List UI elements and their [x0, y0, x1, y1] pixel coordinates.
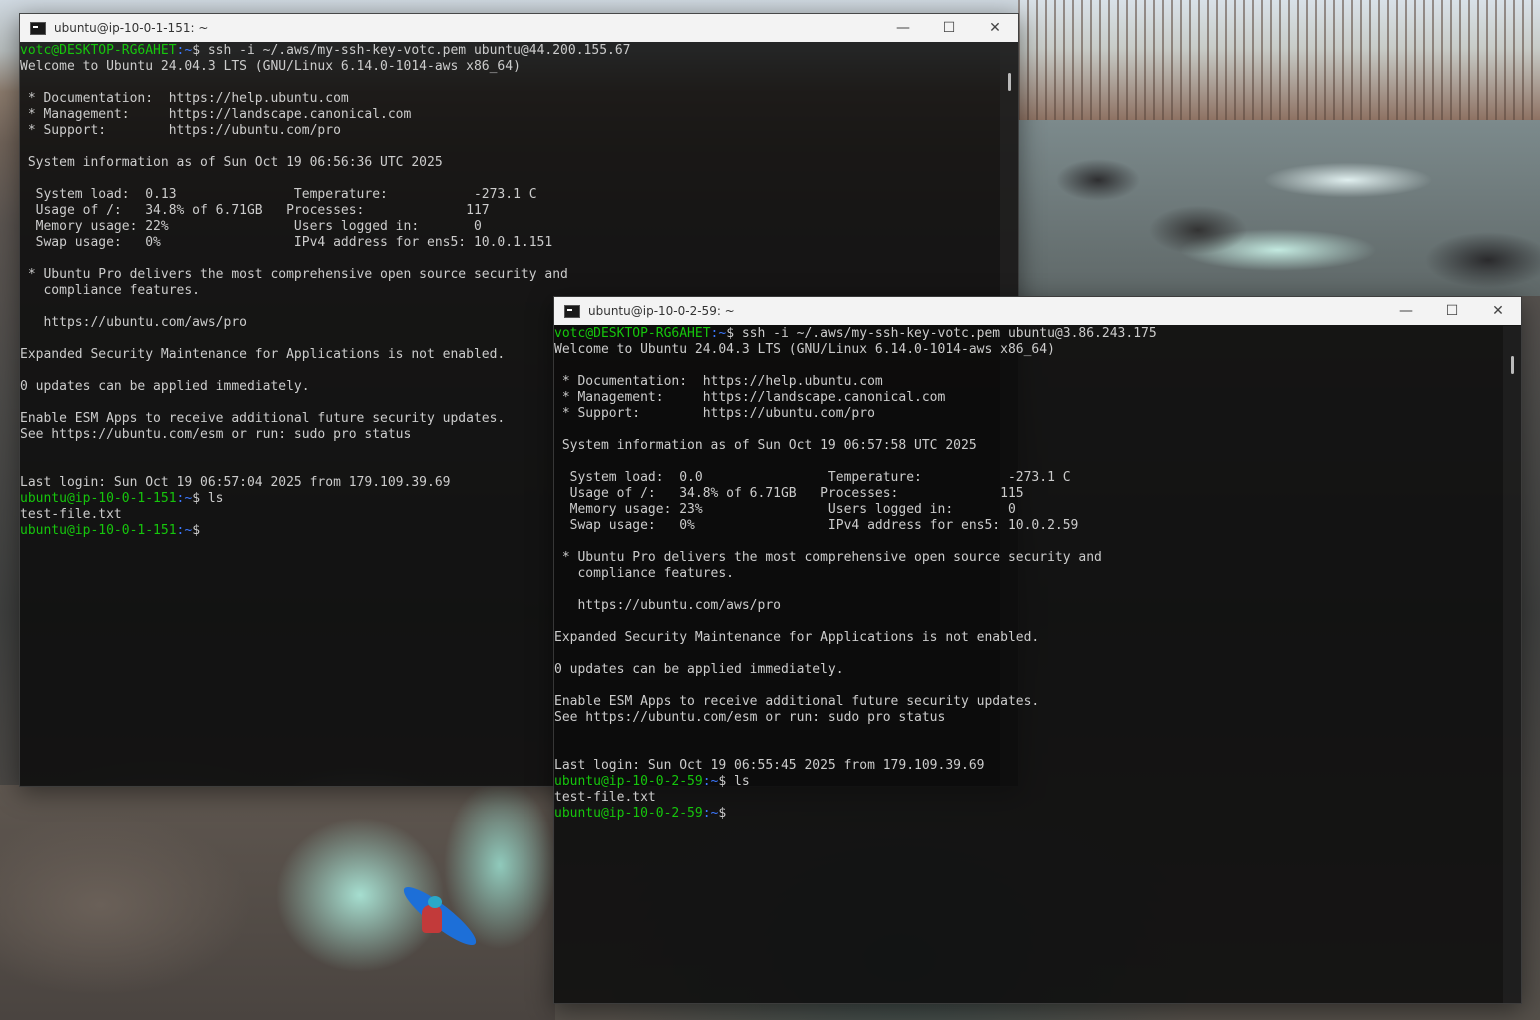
terminal-icon	[564, 304, 580, 318]
prompt-path: :~	[710, 326, 727, 341]
window-title: ubuntu@ip-10-0-2-59: ~	[588, 304, 735, 318]
prompt-path: :~	[176, 491, 193, 506]
wallpaper-river	[1018, 120, 1540, 296]
terminal-line: Welcome to Ubuntu 24.04.3 LTS (GNU/Linux…	[554, 342, 1055, 357]
prompt-path: :~	[176, 43, 193, 58]
prompt-command: $ ls	[192, 491, 224, 506]
terminal-line: Usage of /: 34.8% of 6.71GB Processes: 1…	[554, 486, 1024, 501]
title-bar[interactable]: ubuntu@ip-10-0-1-151: ~ — ☐ ✕	[20, 14, 1018, 42]
prompt-user-host: votc@DESKTOP-RG6AHET	[554, 326, 711, 341]
terminal-line: 0 updates can be applied immediately.	[554, 662, 844, 677]
prompt-path: :~	[702, 774, 719, 789]
terminal-line: Welcome to Ubuntu 24.04.3 LTS (GNU/Linux…	[20, 59, 521, 74]
terminal-line: * Management: https://landscape.canonica…	[554, 390, 946, 405]
window-controls: — ☐ ✕	[880, 14, 1018, 42]
terminal-line: System information as of Sun Oct 19 06:5…	[20, 155, 443, 170]
minimize-icon[interactable]: —	[880, 14, 926, 42]
terminal-line: * Ubuntu Pro delivers the most comprehen…	[20, 267, 568, 282]
wallpaper-waterfall	[0, 785, 555, 1020]
maximize-icon[interactable]: ☐	[1429, 297, 1475, 325]
terminal-line: * Management: https://landscape.canonica…	[20, 107, 412, 122]
terminal-line: Swap usage: 0% IPv4 address for ens5: 10…	[20, 235, 553, 250]
prompt-user-host: ubuntu@ip-10-0-2-59	[554, 806, 703, 821]
terminal-line: test-file.txt	[554, 790, 656, 805]
wallpaper-trees	[1018, 0, 1540, 120]
prompt-line: votc@DESKTOP-RG6AHET:~$ ssh -i ~/.aws/my…	[20, 43, 1000, 59]
terminal-line: Usage of /: 34.8% of 6.71GB Processes: 1…	[20, 203, 490, 218]
prompt-user-host: ubuntu@ip-10-0-1-151	[20, 491, 177, 506]
terminal-line: Enable ESM Apps to receive additional fu…	[554, 694, 1040, 709]
minimize-icon[interactable]: —	[1383, 297, 1429, 325]
terminal-line: * Support: https://ubuntu.com/pro	[554, 406, 875, 421]
terminal-window-2[interactable]: ubuntu@ip-10-0-2-59: ~ — ☐ ✕ votc@DESKTO…	[553, 296, 1522, 1004]
close-icon[interactable]: ✕	[972, 14, 1018, 42]
terminal-line: https://ubuntu.com/aws/pro	[554, 598, 781, 613]
prompt-user-host: votc@DESKTOP-RG6AHET	[20, 43, 177, 58]
terminal-line: Memory usage: 22% Users logged in: 0	[20, 219, 482, 234]
terminal-line: System load: 0.0 Temperature: -273.1 C	[554, 470, 1071, 485]
terminal-line: Expanded Security Maintenance for Applic…	[554, 630, 1040, 645]
terminal-line: Last login: Sun Oct 19 06:55:45 2025 fro…	[554, 758, 985, 773]
terminal-line: * Documentation: https://help.ubuntu.com	[20, 91, 349, 106]
terminal-line: * Ubuntu Pro delivers the most comprehen…	[554, 550, 1102, 565]
prompt-command: $	[718, 806, 727, 821]
title-bar[interactable]: ubuntu@ip-10-0-2-59: ~ — ☐ ✕	[554, 297, 1521, 325]
wallpaper-kayaker	[422, 905, 442, 933]
terminal-line: * Support: https://ubuntu.com/pro	[20, 123, 341, 138]
prompt-line: votc@DESKTOP-RG6AHET:~$ ssh -i ~/.aws/my…	[554, 326, 1503, 342]
prompt-command: $ ssh -i ~/.aws/my-ssh-key-votc.pem ubun…	[726, 326, 1157, 341]
terminal-line: Memory usage: 23% Users logged in: 0	[554, 502, 1016, 517]
scrollbar[interactable]	[1503, 326, 1521, 1003]
close-icon[interactable]: ✕	[1475, 297, 1521, 325]
prompt-command: $ ssh -i ~/.aws/my-ssh-key-votc.pem ubun…	[192, 43, 631, 58]
window-controls: — ☐ ✕	[1383, 297, 1521, 325]
prompt-path: :~	[176, 523, 193, 538]
terminal-line: See https://ubuntu.com/esm or run: sudo …	[554, 710, 946, 725]
window-title: ubuntu@ip-10-0-1-151: ~	[54, 21, 209, 35]
wallpaper-kayaker-helmet	[428, 896, 442, 908]
prompt-user-host: ubuntu@ip-10-0-2-59	[554, 774, 703, 789]
prompt-user-host: ubuntu@ip-10-0-1-151	[20, 523, 177, 538]
terminal-line: System information as of Sun Oct 19 06:5…	[554, 438, 977, 453]
prompt-line: ubuntu@ip-10-0-2-59:~$	[554, 806, 1503, 822]
prompt-command: $	[192, 523, 201, 538]
prompt-command: $ ls	[718, 774, 750, 789]
terminal-line: System load: 0.13 Temperature: -273.1 C	[20, 187, 537, 202]
terminal-line: compliance features.	[554, 566, 735, 581]
terminal-icon	[30, 21, 46, 35]
scrollbar-thumb[interactable]	[1008, 73, 1011, 91]
terminal-output[interactable]: votc@DESKTOP-RG6AHET:~$ ssh -i ~/.aws/my…	[554, 326, 1503, 1003]
scrollbar-thumb[interactable]	[1511, 356, 1514, 374]
terminal-line: * Documentation: https://help.ubuntu.com	[554, 374, 883, 389]
prompt-line: ubuntu@ip-10-0-2-59:~$ ls	[554, 774, 1503, 790]
maximize-icon[interactable]: ☐	[926, 14, 972, 42]
terminal-line: Swap usage: 0% IPv4 address for ens5: 10…	[554, 518, 1079, 533]
prompt-path: :~	[702, 806, 719, 821]
desktop-wallpaper: ubuntu@ip-10-0-1-151: ~ — ☐ ✕ votc@DESKT…	[0, 0, 1540, 1020]
